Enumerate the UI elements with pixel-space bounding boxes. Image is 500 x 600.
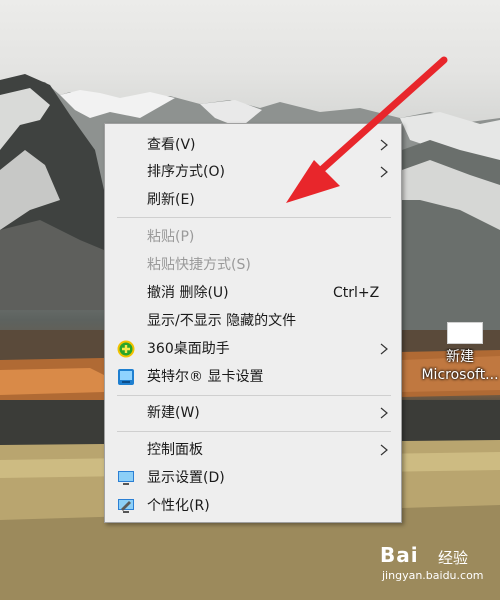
- watermark-cn-text: 经验: [438, 549, 469, 567]
- red-annotation-arrow: [286, 56, 448, 203]
- watermark-url: jingyan.baidu.com: [382, 569, 484, 582]
- desktop[interactable]: 新建 Microsoft... 查看(V) 排序方式(O) 刷新(E) 粘贴(P…: [0, 0, 500, 600]
- baidu-jingyan-watermark: Bai 经验 jingyan.baidu.com: [380, 543, 490, 593]
- watermark-brand: Bai: [380, 543, 419, 567]
